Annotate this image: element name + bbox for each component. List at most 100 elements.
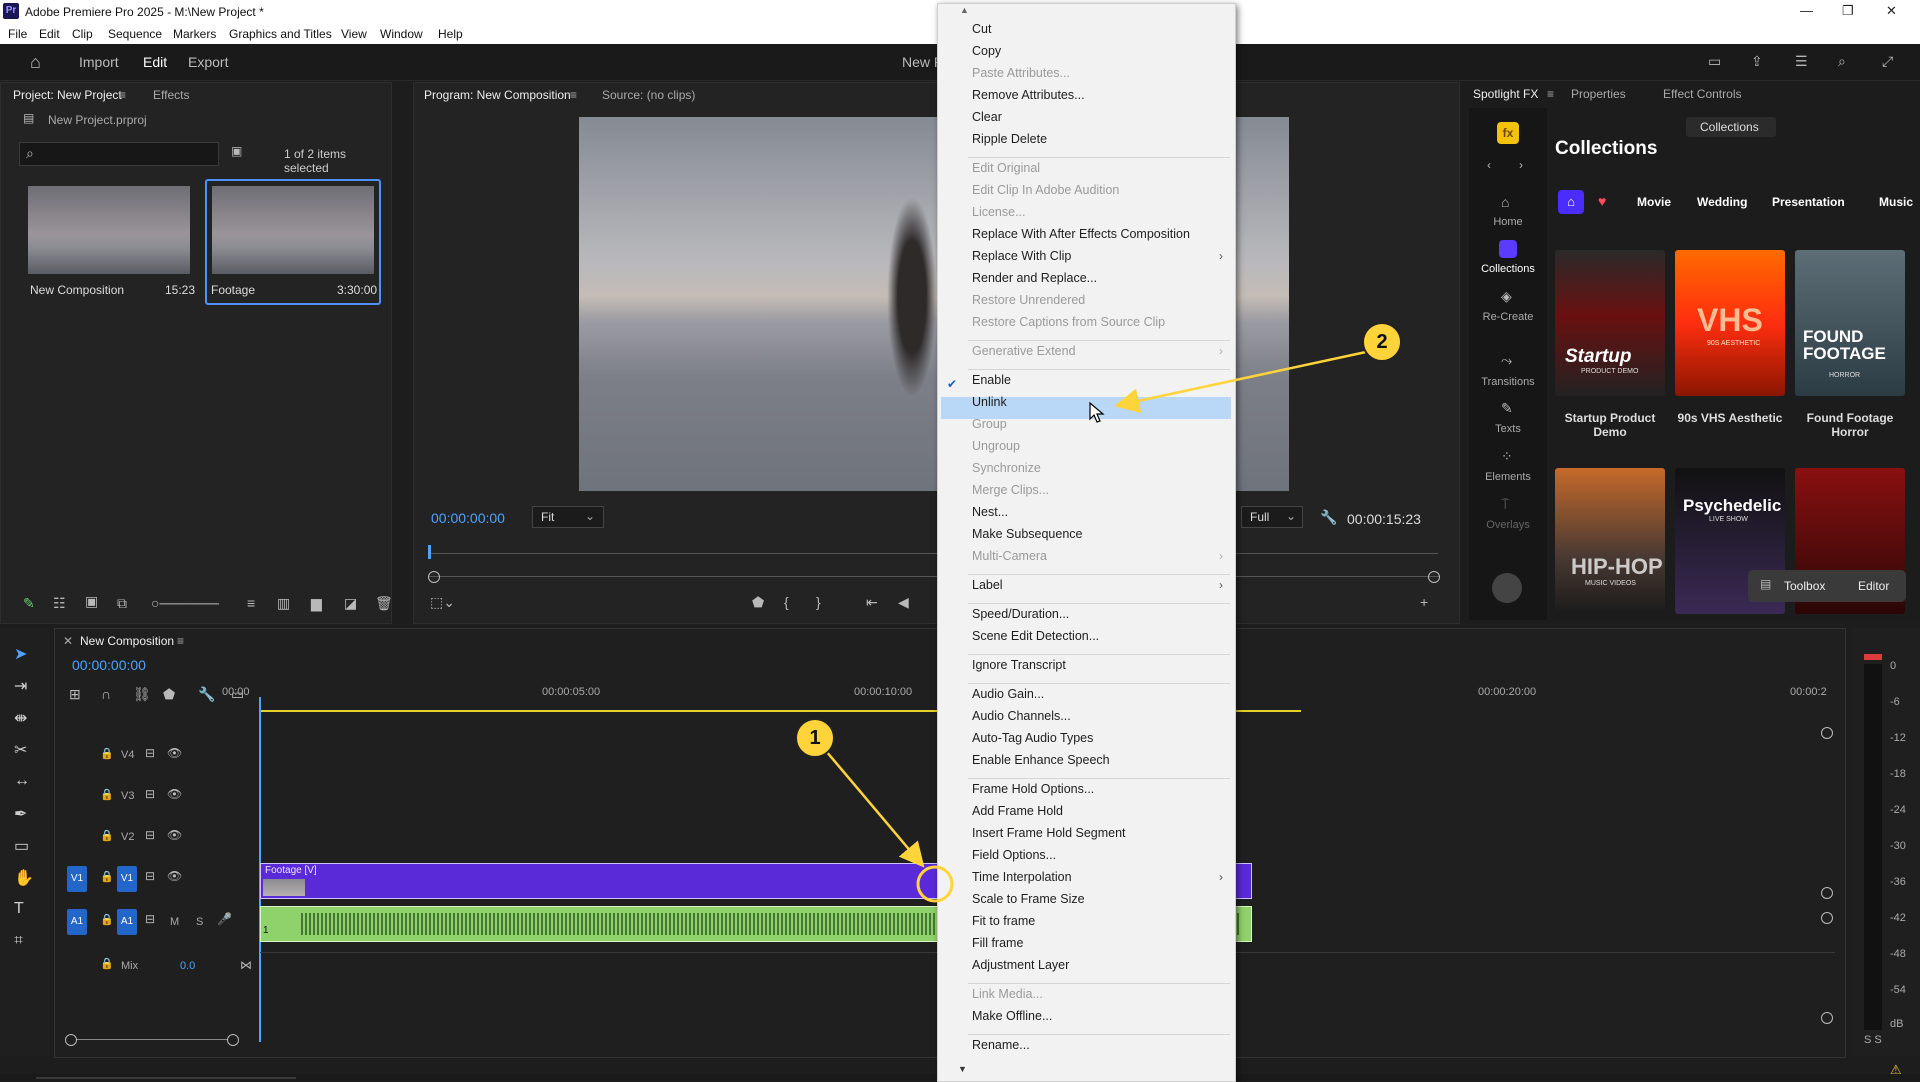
- menu-item[interactable]: Cut: [972, 22, 991, 36]
- editor-button[interactable]: Editor: [1858, 579, 1889, 593]
- menu-item[interactable]: Rename...: [972, 1038, 1030, 1052]
- lock-icon[interactable]: 🔒: [100, 829, 114, 842]
- avatar[interactable]: [1492, 573, 1522, 603]
- menu-item[interactable]: Ripple Delete: [972, 132, 1047, 146]
- step-back-icon[interactable]: ◀: [898, 594, 909, 611]
- vertical-scroll-handle[interactable]: [1821, 727, 1833, 739]
- safe-margins-icon[interactable]: ⬚⌄: [430, 594, 455, 611]
- mute-icon[interactable]: M: [170, 916, 179, 928]
- menu-clip[interactable]: Clip: [72, 27, 93, 41]
- menu-item[interactable]: Adjustment Layer: [972, 958, 1069, 972]
- selection-tool-icon[interactable]: ➤: [14, 644, 27, 664]
- new-bin-icon[interactable]: ▆: [311, 595, 322, 612]
- menu-sequence[interactable]: Sequence: [108, 27, 162, 41]
- tab-source[interactable]: Source: (no clips): [602, 88, 695, 102]
- track-select-icon[interactable]: ⇥: [14, 676, 27, 696]
- menu-window[interactable]: Window: [380, 27, 423, 41]
- track-target-v1[interactable]: V1: [117, 866, 137, 892]
- menu-item[interactable]: Time Interpolation: [972, 870, 1072, 884]
- nav-collections[interactable]: Collections: [1478, 263, 1538, 275]
- card-hiphop[interactable]: HIP-HOP MUSIC VIDEOS: [1555, 468, 1665, 614]
- panel-menu-icon[interactable]: ≡: [119, 88, 126, 102]
- eye-icon[interactable]: 👁: [167, 828, 182, 842]
- collections-button[interactable]: Collections: [1686, 117, 1776, 137]
- collections-icon[interactable]: [1499, 240, 1517, 258]
- fit-dropdown[interactable]: Fit ⌄: [532, 506, 604, 528]
- menu-item[interactable]: Copy: [972, 44, 1001, 58]
- menu-item[interactable]: Add Frame Hold: [972, 804, 1063, 818]
- category-music[interactable]: Music: [1879, 195, 1913, 209]
- tab-edit[interactable]: Edit: [143, 54, 167, 70]
- sync-lock-icon[interactable]: ⊟: [145, 869, 155, 883]
- sync-lock-icon[interactable]: ⊟: [145, 912, 155, 926]
- bin-icon[interactable]: ▣: [231, 144, 242, 158]
- scroll-down-icon[interactable]: ▼: [958, 1064, 967, 1074]
- tab-import[interactable]: Import: [79, 54, 119, 70]
- menu-item[interactable]: Fill frame: [972, 936, 1023, 950]
- menu-edit[interactable]: Edit: [39, 27, 60, 41]
- menu-view[interactable]: View: [341, 27, 367, 41]
- menu-item[interactable]: Audio Channels...: [972, 709, 1071, 723]
- lock-icon[interactable]: 🔒: [100, 870, 114, 883]
- linked-select-icon[interactable]: ⛓: [133, 686, 151, 703]
- card-startup[interactable]: Startup PRODUCT DEMO: [1555, 250, 1665, 396]
- tab-effect-controls[interactable]: Effect Controls: [1663, 87, 1741, 101]
- fullscreen-icon[interactable]: ⤢: [1882, 53, 1893, 70]
- menu-item[interactable]: Render and Replace...: [972, 271, 1097, 285]
- lock-icon[interactable]: 🔒: [100, 913, 114, 926]
- nav-home[interactable]: Home: [1478, 216, 1538, 228]
- sync-lock-icon[interactable]: ⊟: [145, 787, 155, 801]
- category-presentation[interactable]: Presentation: [1772, 195, 1845, 209]
- playhead[interactable]: [428, 545, 431, 559]
- clip-indicator[interactable]: [1864, 654, 1882, 660]
- category-home-icon[interactable]: ⌂: [1558, 190, 1584, 214]
- freeform-view-icon[interactable]: ⧉: [117, 595, 127, 612]
- sync-lock-icon[interactable]: ⊟: [145, 828, 155, 842]
- panels-icon[interactable]: ☰: [1795, 53, 1808, 70]
- zoom-scrollbar[interactable]: [428, 571, 1440, 583]
- panel-menu-icon[interactable]: ≡: [570, 88, 577, 102]
- menu-markers[interactable]: Markers: [173, 27, 216, 41]
- menu-item[interactable]: Replace With After Effects Composition: [972, 227, 1190, 241]
- tab-spotlight[interactable]: Spotlight FX: [1473, 87, 1538, 101]
- quality-dropdown[interactable]: Full ⌄: [1241, 506, 1303, 528]
- trash-icon[interactable]: 🗑: [375, 595, 393, 612]
- maximize-icon[interactable]: ❐: [1842, 3, 1854, 19]
- sync-lock-icon[interactable]: ⊟: [145, 746, 155, 760]
- mic-icon[interactable]: 🎤: [217, 912, 232, 926]
- eye-icon[interactable]: 👁: [167, 869, 182, 883]
- menu-item[interactable]: Clear: [972, 110, 1002, 124]
- hand-icon[interactable]: ✋: [14, 868, 34, 888]
- search-input[interactable]: ⌕: [19, 142, 219, 166]
- menu-graphics[interactable]: Graphics and Titles: [229, 27, 332, 41]
- home-icon[interactable]: ⌂: [1501, 194, 1509, 210]
- eye-icon[interactable]: 👁: [167, 746, 182, 760]
- home-icon[interactable]: ⌂: [30, 52, 41, 73]
- menu-item[interactable]: Remove Attributes...: [972, 88, 1085, 102]
- layers-icon[interactable]: ◈: [1501, 288, 1512, 305]
- menu-item[interactable]: Label: [972, 578, 1003, 592]
- search-icon[interactable]: ⌕: [1838, 53, 1846, 70]
- nav-transitions[interactable]: Transitions: [1478, 376, 1538, 388]
- tab-export[interactable]: Export: [188, 54, 228, 70]
- menu-item[interactable]: Enable: [972, 373, 1011, 387]
- rectangle-icon[interactable]: ▭: [14, 836, 29, 856]
- workspace-icon[interactable]: ▭: [1708, 53, 1721, 70]
- panel-menu-icon[interactable]: ≡: [177, 634, 184, 648]
- nav-recreate[interactable]: Re-Create: [1478, 311, 1538, 323]
- automate-icon[interactable]: ▥: [277, 595, 290, 612]
- zoom-slider[interactable]: ○──────: [151, 595, 219, 611]
- tab-effects[interactable]: Effects: [153, 88, 189, 102]
- tab-program[interactable]: Program: New Composition: [424, 88, 571, 102]
- panel-menu-icon[interactable]: ≡: [1547, 87, 1554, 101]
- meter-solo[interactable]: S S: [1864, 1034, 1882, 1046]
- overlays-icon[interactable]: ⍑: [1501, 496, 1509, 513]
- card-vhs[interactable]: VHS 90S AESTHETIC: [1675, 250, 1785, 396]
- source-patch-a1[interactable]: A1: [67, 909, 87, 935]
- timeline-timecode[interactable]: 00:00:00:00: [72, 657, 146, 673]
- category-wedding[interactable]: Wedding: [1697, 195, 1747, 209]
- tab-project[interactable]: Project: New Project: [13, 88, 122, 102]
- menu-item[interactable]: Make Subsequence: [972, 527, 1083, 541]
- sort-icon[interactable]: ≡: [247, 595, 255, 611]
- marker-icon[interactable]: ⬟: [752, 594, 764, 611]
